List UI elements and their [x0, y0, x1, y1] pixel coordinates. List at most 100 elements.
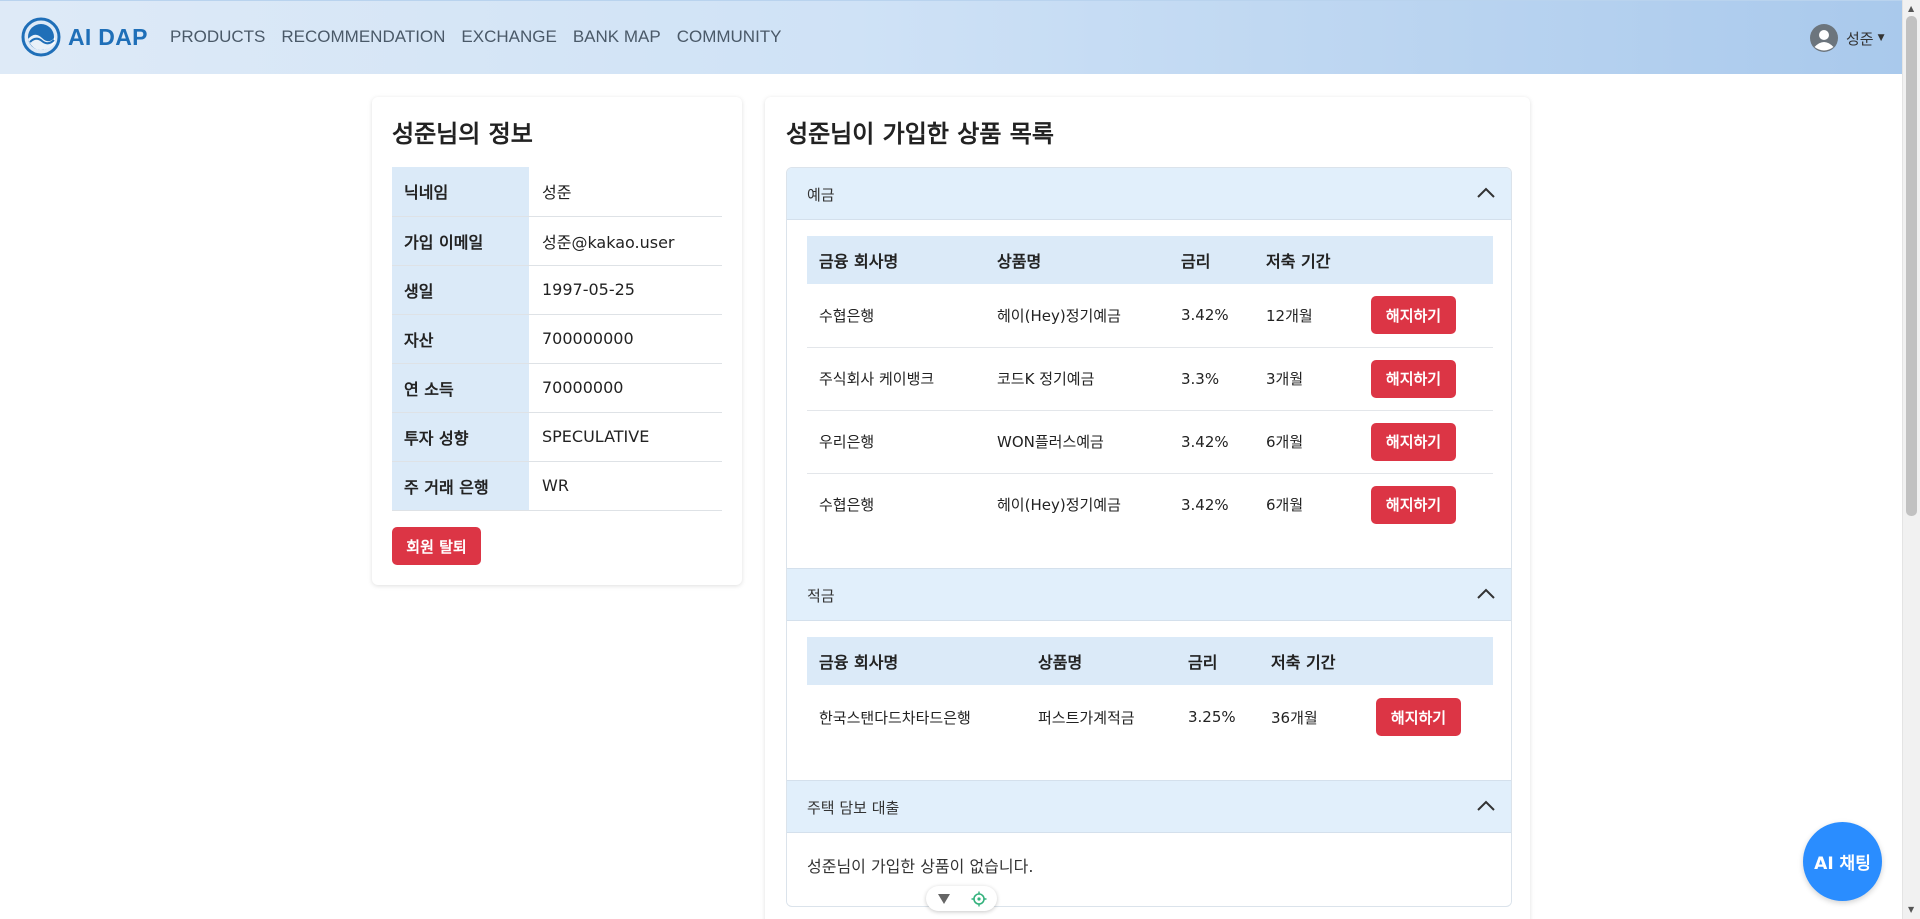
profile-value: 성준@kakao.user [529, 216, 722, 266]
profile-label: 연 소득 [392, 363, 529, 413]
nav-exchange[interactable]: EXCHANGE [461, 27, 556, 47]
profile-value: 70000000 [529, 363, 722, 413]
profile-value: 1997-05-25 [529, 265, 722, 315]
caret-down-icon: ▼ [1877, 33, 1885, 43]
nav-bank-map[interactable]: BANK MAP [573, 27, 661, 47]
nav-recommendation[interactable]: RECOMMENDATION [281, 27, 445, 47]
column-header-action [1364, 637, 1493, 685]
rate-cell: 3.42% [1169, 410, 1254, 474]
profile-label: 주 거래 은행 [392, 461, 529, 511]
savings-section: 적금 금융 회사명 상품명 금리 저축 기간 한국스탠다드차타드은행 퍼스트가계… [787, 569, 1511, 781]
column-header: 상품명 [1026, 637, 1176, 685]
products-title: 성준님이 가입한 상품 목록 [786, 120, 1054, 148]
action-cell: 해지하기 [1359, 410, 1493, 474]
brand-name: AI DAP [68, 23, 148, 50]
profile-label: 생일 [392, 265, 529, 315]
top-navbar: AI DAP PRODUCTS RECOMMENDATION EXCHANGE … [0, 0, 1902, 74]
deposit-section: 예금 금융 회사명 상품명 금리 저축 기간 수협은행 헤이(Hey)정기예금 … [787, 168, 1511, 569]
deposit-table: 금융 회사명 상품명 금리 저축 기간 수협은행 헤이(Hey)정기예금 3.4… [807, 236, 1493, 536]
nav-products[interactable]: PRODUCTS [170, 27, 265, 47]
product-cell: 헤이(Hey)정기예금 [985, 284, 1169, 348]
mortgage-section: 주택 담보 대출 성준님이 가입한 상품이 없습니다. [787, 781, 1511, 905]
user-avatar-icon [1810, 24, 1838, 52]
section-label: 주택 담보 대출 [807, 799, 900, 817]
cancel-subscription-button[interactable]: 해지하기 [1376, 698, 1461, 736]
withdraw-membership-button[interactable]: 회원 탈퇴 [392, 527, 481, 565]
table-row: 수협은행 헤이(Hey)정기예금 3.42% 12개월 해지하기 [807, 284, 1493, 348]
deposit-accordion-header[interactable]: 예금 [787, 168, 1511, 220]
column-header: 금리 [1169, 236, 1254, 284]
section-label: 적금 [807, 587, 835, 605]
scroll-down-arrow-icon[interactable]: ▼ [1908, 905, 1914, 914]
filter-funnel-icon[interactable] [933, 888, 955, 910]
locate-target-icon[interactable] [968, 888, 990, 910]
company-cell: 한국스탠다드차타드은행 [819, 708, 971, 727]
action-cell: 해지하기 [1359, 473, 1493, 536]
scroll-thumb[interactable] [1906, 16, 1917, 516]
profile-row: 가입 이메일 성준@kakao.user [392, 216, 722, 266]
action-cell: 해지하기 [1359, 347, 1493, 411]
cancel-subscription-button[interactable]: 해지하기 [1371, 296, 1456, 335]
mortgage-accordion-header[interactable]: 주택 담보 대출 [787, 781, 1511, 833]
chevron-up-icon [1477, 187, 1495, 198]
user-name: 성준 [1846, 29, 1874, 48]
company-cell: 수협은행 [807, 284, 985, 348]
period-cell: 36개월 [1271, 708, 1318, 727]
profile-label: 투자 성향 [392, 412, 529, 462]
product-cell: 코드K 정기예금 [985, 347, 1169, 411]
period-cell: 6개월 [1254, 410, 1359, 474]
table-header-row: 금융 회사명 상품명 금리 저축 기간 [807, 637, 1493, 685]
products-accordion: 예금 금융 회사명 상품명 금리 저축 기간 수협은행 헤이(Hey)정기예금 … [786, 167, 1512, 907]
mortgage-accordion-body: 성준님이 가입한 상품이 없습니다. [787, 833, 1511, 905]
column-header-action [1359, 236, 1493, 284]
deposit-accordion-body: 금융 회사명 상품명 금리 저축 기간 수협은행 헤이(Hey)정기예금 3.4… [787, 220, 1511, 569]
cancel-subscription-button[interactable]: 해지하기 [1371, 422, 1456, 461]
profile-info-table: 닉네임 성준 가입 이메일 성준@kakao.user 생일 1997-05-2… [392, 167, 722, 511]
page-scrollbar[interactable]: ▲ ▼ [1902, 0, 1920, 919]
product-cell: WON플러스예금 [985, 410, 1169, 474]
table-row: 우리은행 WON플러스예금 3.42% 6개월 해지하기 [807, 410, 1493, 474]
nav-community[interactable]: COMMUNITY [677, 27, 782, 47]
main-nav: PRODUCTS RECOMMENDATION EXCHANGE BANK MA… [170, 27, 798, 47]
profile-row: 닉네임 성준 [392, 167, 722, 217]
profile-row: 주 거래 은행 WR [392, 461, 722, 511]
rate-cell: 3.42% [1181, 495, 1229, 514]
period-cell: 3개월 [1254, 347, 1359, 411]
profile-value: WR [529, 461, 722, 511]
user-menu-toggle[interactable]: 성준 ▼ [1810, 24, 1885, 52]
section-label: 예금 [807, 186, 835, 204]
column-header: 금융 회사명 [807, 236, 985, 284]
profile-value: 성준 [529, 167, 722, 217]
savings-accordion-body: 금융 회사명 상품명 금리 저축 기간 한국스탠다드차타드은행 퍼스트가계적금 … [787, 621, 1511, 781]
cancel-subscription-button[interactable]: 해지하기 [1371, 485, 1456, 524]
table-row: 수협은행 헤이(Hey)정기예금 3.42% 6개월 해지하기 [807, 473, 1493, 536]
rate-cell: 3.42% [1169, 284, 1254, 348]
profile-row: 생일 1997-05-25 [392, 265, 722, 315]
rate-cell: 3.3% [1169, 347, 1254, 411]
scroll-up-arrow-icon[interactable]: ▲ [1908, 4, 1914, 13]
table-row: 한국스탠다드차타드은행 퍼스트가계적금 3.25% 36개월 해지하기 [807, 685, 1493, 749]
profile-card: 성준님의 정보 닉네임 성준 가입 이메일 성준@kakao.user 생일 1… [372, 97, 742, 585]
column-header: 저축 기간 [1259, 637, 1364, 685]
profile-title: 성준님의 정보 [392, 120, 533, 148]
wave-logo-icon [21, 17, 61, 57]
table-header-row: 금융 회사명 상품명 금리 저축 기간 [807, 236, 1493, 284]
profile-value: 700000000 [529, 314, 722, 364]
column-header: 저축 기간 [1254, 236, 1359, 284]
products-card: 성준님이 가입한 상품 목록 예금 금융 회사명 상품명 금리 저축 기간 수협… [765, 97, 1530, 919]
profile-row: 연 소득 70000000 [392, 363, 722, 413]
column-header: 금융 회사명 [807, 637, 1026, 685]
savings-table: 금융 회사명 상품명 금리 저축 기간 한국스탠다드차타드은행 퍼스트가계적금 … [807, 637, 1493, 749]
chevron-up-icon [1477, 588, 1495, 599]
brand-link[interactable]: AI DAP [21, 17, 148, 57]
savings-accordion-header[interactable]: 적금 [787, 569, 1511, 621]
action-cell: 해지하기 [1364, 685, 1493, 749]
cancel-subscription-button[interactable]: 해지하기 [1371, 359, 1456, 398]
profile-row: 투자 성향 SPECULATIVE [392, 412, 722, 462]
period-cell: 6개월 [1266, 496, 1304, 515]
profile-value: SPECULATIVE [529, 412, 722, 462]
product-cell: 퍼스트가계적금 [1038, 708, 1135, 727]
floating-mini-toolbar [926, 886, 997, 911]
ai-chat-button[interactable]: AI 채팅 [1803, 822, 1882, 901]
empty-message: 성준님이 가입한 상품이 없습니다. [807, 857, 1034, 876]
